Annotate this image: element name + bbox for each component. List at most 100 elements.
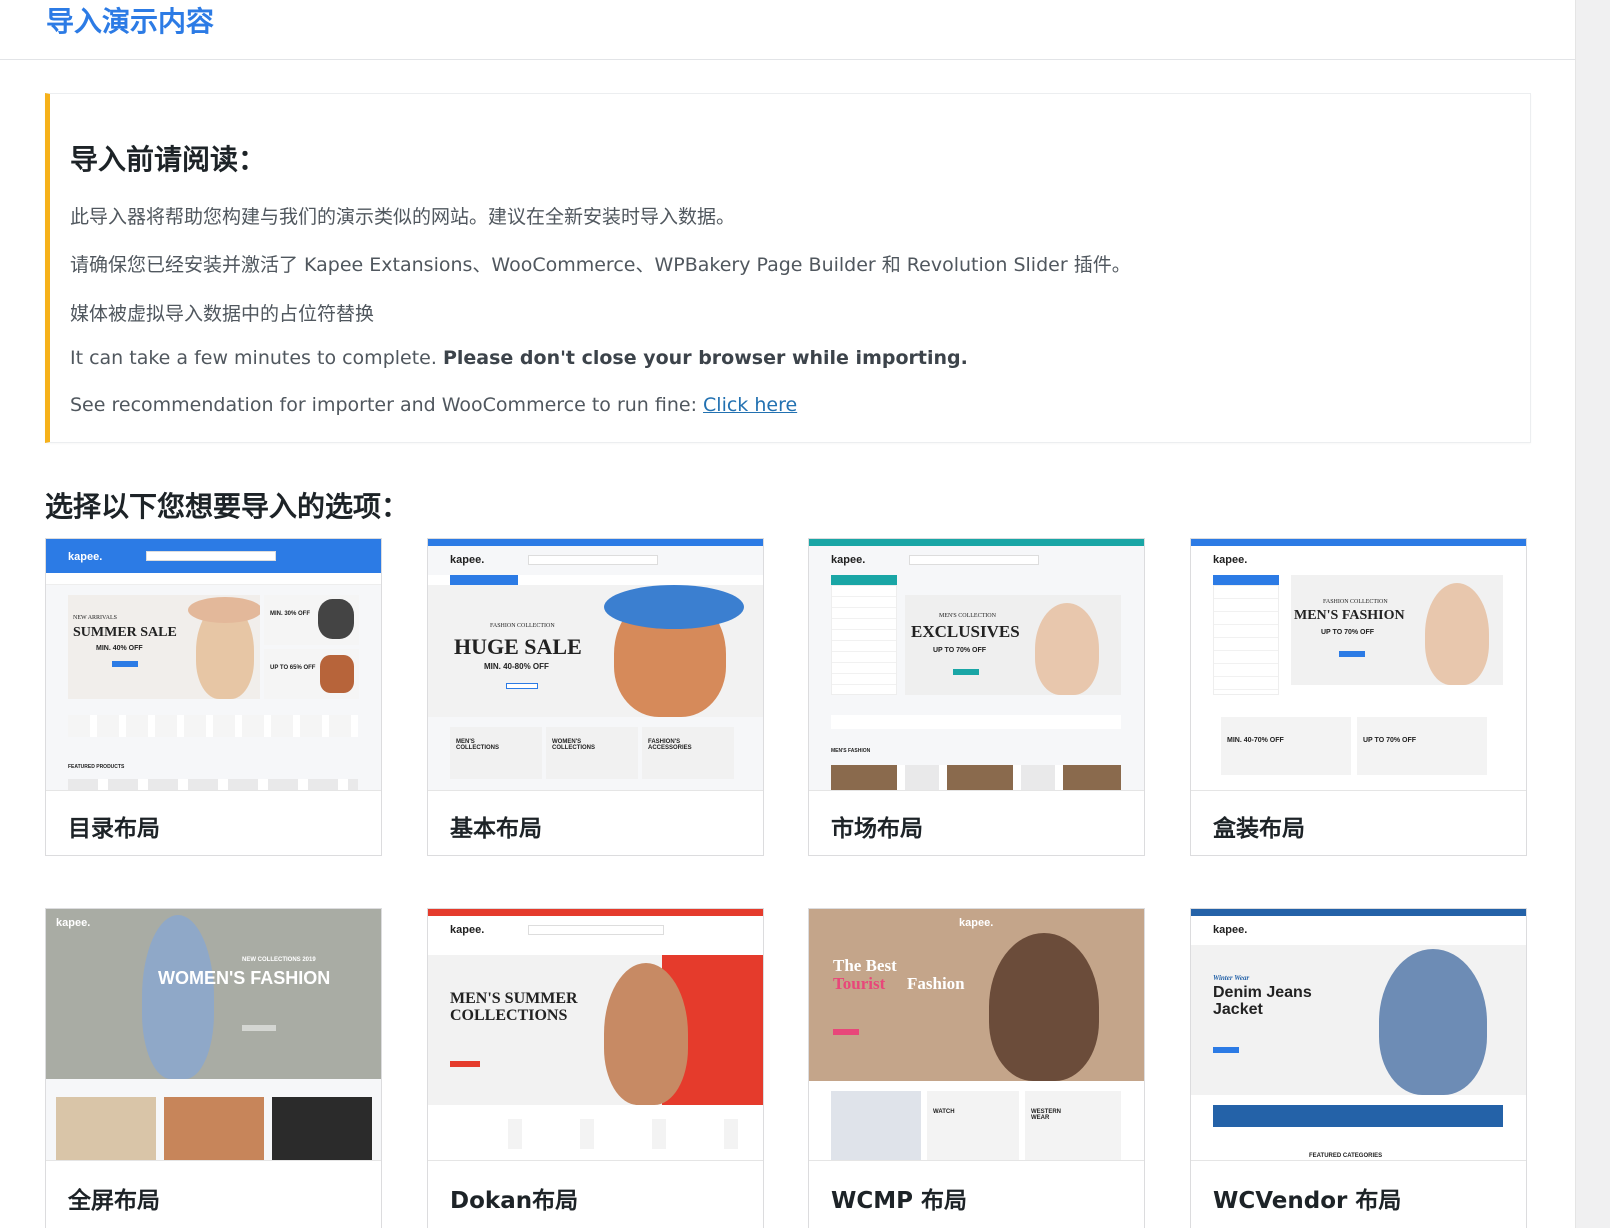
preview-categories-menu bbox=[450, 575, 518, 585]
preview-hero: NEW ARRIVALS SUMMER SALE MIN. 40% OFF bbox=[68, 595, 260, 699]
preview-tile-3: FASHION'S ACCESSORIES bbox=[642, 727, 734, 779]
notice-line-2: 请确保您已经安装并激活了 Kapee Extansions、WooCommerc… bbox=[70, 254, 1131, 276]
demo-card-dokan[interactable]: kapee. MEN'S SUMMER COLLECTIONS Dokan布局 bbox=[427, 908, 764, 1228]
preview-product-row bbox=[68, 779, 358, 790]
demo-preview-catalog: kapee. NEW ARRIVALS SUMMER SALE MIN. 40%… bbox=[46, 539, 381, 791]
preview-sub: MIN. 40% OFF bbox=[96, 645, 143, 652]
demo-preview-dokan: kapee. MEN'S SUMMER COLLECTIONS bbox=[428, 909, 763, 1161]
preview-logo: kapee. bbox=[831, 554, 866, 566]
preview-shop-button bbox=[1213, 1047, 1239, 1053]
preview-headline: Denim Jeans Jacket bbox=[1213, 984, 1312, 1018]
notice-warning-bold: Please don't close your browser while im… bbox=[442, 347, 968, 369]
preview-tile-2-label: UP TO 70% OFF bbox=[1363, 737, 1417, 744]
demo-preview-boxed: kapee. FASHION COLLECTION MEN'S FASHION … bbox=[1191, 539, 1526, 791]
preview-tile-1 bbox=[56, 1097, 156, 1160]
preview-headline: MEN'S SUMMER COLLECTIONS bbox=[450, 990, 578, 1024]
preview-features bbox=[450, 1119, 740, 1149]
preview-hero: MEN'S SUMMER COLLECTIONS bbox=[428, 955, 763, 1105]
preview-shop-button bbox=[953, 669, 979, 675]
preview-pre: MEN'S COLLECTION bbox=[939, 613, 996, 619]
demo-card-market[interactable]: kapee. MEN'S COLLECTION EXCLUSIVES UP TO… bbox=[808, 538, 1145, 856]
preview-tile-2-label: WATCH bbox=[933, 1109, 955, 1115]
notice-line-4-text: It can take a few minutes to complete. bbox=[70, 347, 443, 369]
preview-hero: kapee. NEW COLLECTIONS 2019 WOMEN'S FASH… bbox=[46, 909, 381, 1079]
preview-features bbox=[831, 715, 1121, 729]
preview-search bbox=[528, 925, 664, 935]
preview-shop-button bbox=[506, 683, 538, 689]
preview-tile-3 bbox=[272, 1097, 372, 1160]
preview-hero: kapee. The Best Tourist Fashion bbox=[809, 909, 1144, 1081]
demo-label: Dokan布局 bbox=[450, 1188, 579, 1214]
preview-side-banner-2: UP TO 65% OFF bbox=[264, 649, 359, 699]
demo-label: 市场布局 bbox=[831, 816, 923, 842]
preview-pre: NEW ARRIVALS bbox=[73, 615, 117, 621]
preview-shop-button bbox=[242, 1025, 276, 1031]
demo-card-catalog[interactable]: kapee. NEW ARRIVALS SUMMER SALE MIN. 40%… bbox=[45, 538, 382, 856]
preview-category-row bbox=[68, 715, 358, 737]
demo-card-wcmp[interactable]: kapee. The Best Tourist Fashion WATCH WE… bbox=[808, 908, 1145, 1228]
preview-tile-1: MEN'S COLLECTIONS bbox=[450, 727, 542, 779]
preview-search bbox=[528, 555, 658, 565]
preview-headline-1: The Best bbox=[833, 956, 897, 975]
preview-pre: FASHION COLLECTION bbox=[490, 623, 555, 629]
preview-headline: MEN'S FASHION bbox=[1294, 608, 1405, 623]
preview-pre: FASHION COLLECTION bbox=[1323, 599, 1388, 605]
preview-hat bbox=[604, 585, 744, 629]
preview-headline-2b: Fashion bbox=[907, 974, 965, 993]
preview-logo: kapee. bbox=[959, 917, 994, 929]
preview-logo: kapee. bbox=[56, 917, 91, 929]
preview-topbar bbox=[428, 539, 763, 546]
preview-tile-1-label: MIN. 40-70% OFF bbox=[1227, 737, 1284, 744]
preview-logo: kapee. bbox=[1213, 924, 1248, 936]
notice-line-4: It can take a few minutes to complete. P… bbox=[70, 347, 968, 369]
preview-topbar bbox=[1191, 909, 1526, 916]
preview-tile-1-label: MEN'S COLLECTIONS bbox=[456, 739, 499, 752]
demo-card-wcvendor[interactable]: kapee. Winter Wear Denim Jeans Jacket FE… bbox=[1190, 908, 1527, 1228]
preview-model bbox=[1035, 603, 1099, 695]
preview-topbar bbox=[809, 539, 1144, 546]
preview-section: MEN'S FASHION bbox=[831, 748, 871, 754]
preview-logo: kapee. bbox=[1213, 554, 1248, 566]
preview-tile-2: WOMEN'S COLLECTIONS bbox=[546, 727, 638, 779]
recommendation-link[interactable]: Click here bbox=[703, 394, 797, 416]
page-title: 导入演示内容 bbox=[46, 5, 215, 38]
preview-headline: SUMMER SALE bbox=[73, 625, 177, 640]
notice-line-5-text: See recommendation for importer and WooC… bbox=[70, 394, 704, 416]
preview-category-list bbox=[1213, 585, 1279, 695]
preview-hero: FASHION COLLECTION HUGE SALE MIN. 40-80%… bbox=[428, 585, 763, 717]
preview-side-2: UP TO 65% OFF bbox=[270, 665, 316, 671]
preview-categories-menu bbox=[831, 575, 897, 585]
preview-pre: NEW COLLECTIONS 2019 bbox=[242, 957, 316, 963]
preview-logo: kapee. bbox=[450, 924, 485, 936]
preview-topbar bbox=[1191, 539, 1526, 546]
preview-tile-2: UP TO 70% OFF bbox=[1357, 717, 1487, 775]
preview-hero: FASHION COLLECTION MEN'S FASHION UP TO 7… bbox=[1291, 575, 1503, 685]
preview-hat bbox=[188, 597, 260, 623]
demo-label: WCMP 布局 bbox=[831, 1188, 968, 1214]
demo-label: 基本布局 bbox=[450, 816, 542, 842]
preview-model bbox=[1425, 583, 1489, 685]
demo-label: WCVendor 布局 bbox=[1213, 1188, 1402, 1214]
preview-category-list bbox=[831, 585, 897, 695]
preview-features bbox=[1213, 1105, 1503, 1127]
preview-sub: MIN. 40-80% OFF bbox=[484, 662, 549, 671]
preview-tile-1 bbox=[831, 1091, 921, 1160]
preview-model bbox=[142, 915, 214, 1079]
demo-card-basic[interactable]: kapee. FASHION COLLECTION HUGE SALE MIN.… bbox=[427, 538, 764, 856]
preview-shop-button bbox=[833, 1029, 859, 1035]
preview-shop-button bbox=[450, 1061, 480, 1067]
import-notice-box: 导入前请阅读： 此导入器将帮助您构建与我们的演示类似的网站。建议在全新安装时导入… bbox=[45, 93, 1531, 443]
preview-section: FEATURED PRODUCTS bbox=[68, 764, 125, 770]
demo-preview-wcmp: kapee. The Best Tourist Fashion WATCH WE… bbox=[809, 909, 1144, 1161]
demo-preview-fullscreen: kapee. NEW COLLECTIONS 2019 WOMEN'S FASH… bbox=[46, 909, 381, 1161]
preview-headline: EXCLUSIVES bbox=[911, 622, 1020, 641]
preview-tile-1: MIN. 40-70% OFF bbox=[1221, 717, 1351, 775]
preview-headline: WOMEN'S FASHION bbox=[158, 968, 331, 988]
demo-card-fullscreen[interactable]: kapee. NEW COLLECTIONS 2019 WOMEN'S FASH… bbox=[45, 908, 382, 1228]
notice-line-5: See recommendation for importer and WooC… bbox=[70, 394, 797, 416]
demo-preview-wcvendor: kapee. Winter Wear Denim Jeans Jacket FE… bbox=[1191, 909, 1526, 1161]
demo-card-boxed[interactable]: kapee. FASHION COLLECTION MEN'S FASHION … bbox=[1190, 538, 1527, 856]
preview-model bbox=[989, 933, 1099, 1081]
preview-section: FEATURED CATEGORIES bbox=[1309, 1153, 1383, 1159]
preview-headline: HUGE SALE bbox=[454, 634, 582, 659]
